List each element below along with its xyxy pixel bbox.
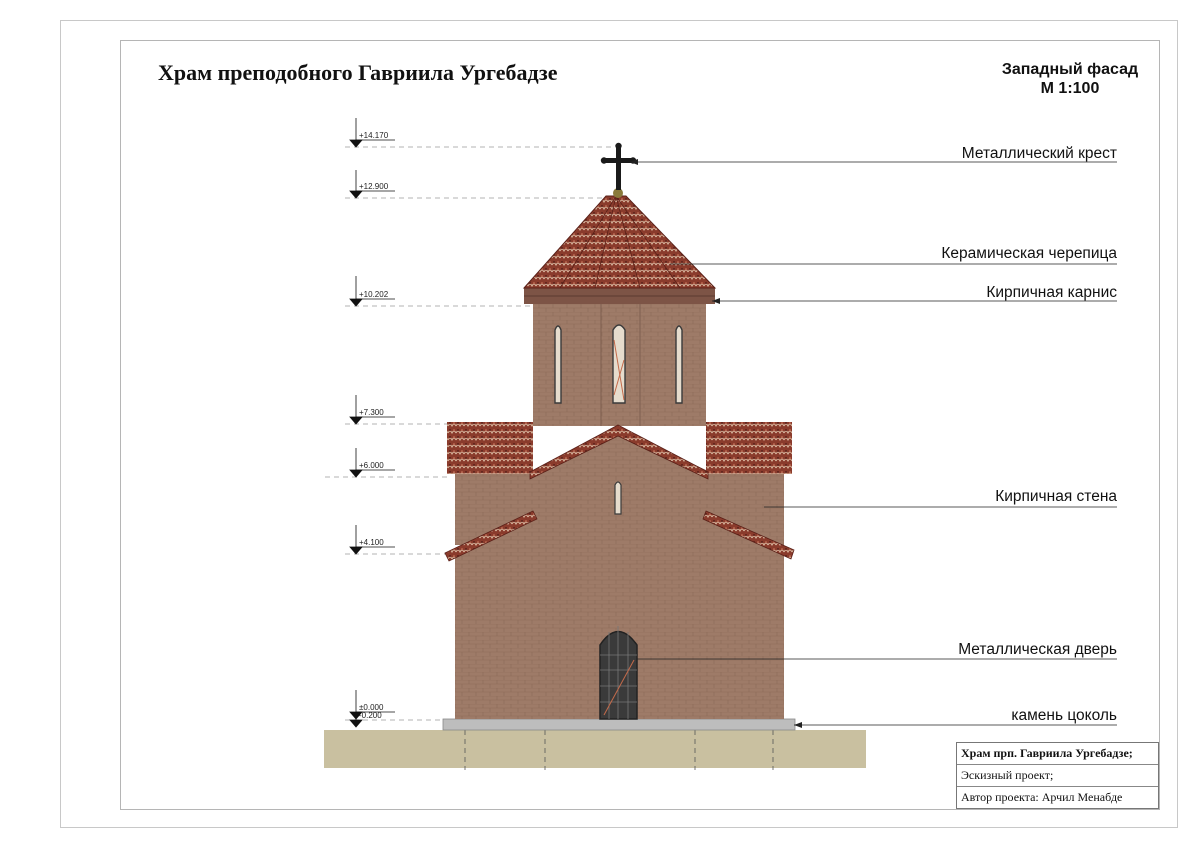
level-label: +10.202 bbox=[359, 290, 389, 299]
drawing-title: Храм преподобного Гавриила Ургебадзе bbox=[158, 60, 558, 85]
facade-scale: М 1:100 bbox=[1040, 80, 1100, 97]
level-label: +12.900 bbox=[359, 182, 389, 191]
level-label: +6.000 bbox=[359, 461, 384, 470]
facade-label: Западный фасад М 1:100 bbox=[990, 60, 1150, 98]
level-label: +4.100 bbox=[359, 538, 384, 547]
callout-brick-wall: Кирпичная стена bbox=[995, 488, 1117, 505]
metal-cross bbox=[600, 142, 637, 198]
callout-metal-cross: Металлический крест bbox=[961, 145, 1117, 162]
level-label: +14.170 bbox=[359, 131, 389, 140]
level-label: -0.200 bbox=[359, 711, 382, 720]
ground-strip bbox=[324, 730, 866, 768]
callout-stone-plinth: камень цоколь bbox=[1011, 707, 1117, 724]
level-markers bbox=[349, 118, 395, 728]
gable-window bbox=[614, 481, 622, 515]
stone-plinth bbox=[442, 718, 796, 731]
left-side-roof bbox=[447, 422, 533, 474]
callout-brick-cornice: Кирпичная карнис bbox=[986, 284, 1117, 301]
callout-metal-door: Металлическая дверь bbox=[958, 641, 1117, 658]
title-block: Храм прп. Гавриила Ургебадзе; Эскизный п… bbox=[956, 742, 1159, 809]
facade-name: Западный фасад bbox=[1001, 61, 1139, 78]
level-label: +7.300 bbox=[359, 408, 384, 417]
metal-door bbox=[599, 630, 638, 720]
right-side-roof bbox=[706, 422, 792, 474]
callout-ceramic-tile: Керамическая черепица bbox=[941, 245, 1117, 262]
title-block-stage: Эскизный проект; bbox=[957, 765, 1158, 787]
title-block-project: Храм прп. Гавриила Ургебадзе; bbox=[957, 743, 1158, 765]
title-block-author: Автор проекта: Арчил Менабде bbox=[961, 790, 1123, 804]
